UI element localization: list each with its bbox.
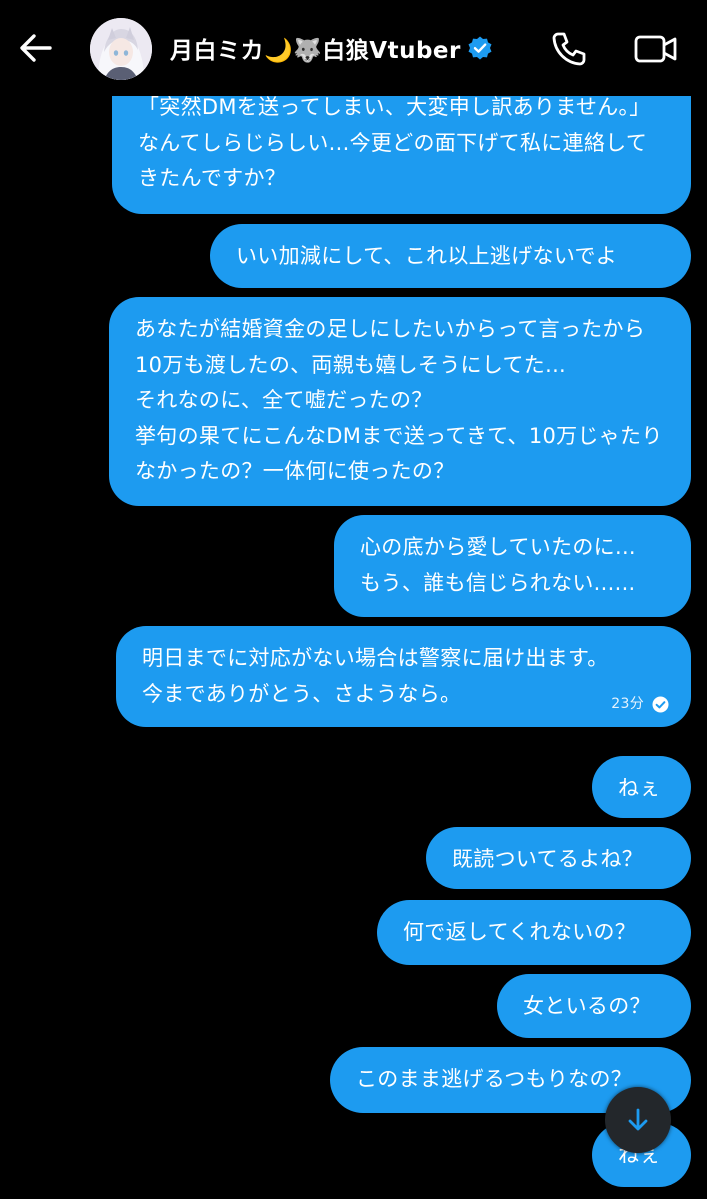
avatar[interactable]: [90, 18, 152, 80]
video-camera-icon: [634, 35, 677, 63]
message-text: ねぇ: [618, 776, 661, 800]
back-button[interactable]: [14, 26, 58, 70]
message-time: 23分: [611, 696, 644, 712]
message-bubble[interactable]: 女といるの？: [497, 974, 691, 1038]
message-text: 既読ついてるよね？: [452, 847, 644, 871]
message-bubble[interactable]: ねぇ: [592, 756, 691, 818]
back-arrow-icon: [20, 34, 52, 62]
read-check-icon: [652, 696, 669, 712]
message-bubble[interactable]: 「突然DMを送ってしまい、大変申し訳ありません。」なんてしらじらしい...今更ど…: [112, 80, 691, 214]
message-text: 女といるの？: [523, 994, 651, 1018]
chat-header: 月白ミカ🌙🐺白狼Vtuber: [0, 0, 707, 96]
message-text: あなたが結婚資金の足しにしたいからって言ったから10万も渡したの、両親も嬉しそう…: [135, 317, 663, 483]
message-text: このまま逃げるつもりなの？: [356, 1067, 633, 1091]
contact-name: 月白ミカ🌙🐺白狼Vtuber: [170, 38, 461, 64]
message-bubble[interactable]: 既読ついてるよね？: [426, 827, 691, 889]
message-bubble[interactable]: あなたが結婚資金の足しにしたいからって言ったから10万も渡したの、両親も嬉しそう…: [109, 297, 691, 506]
verified-badge-icon: [468, 36, 492, 60]
message-bubble[interactable]: いい加減にして、これ以上逃げないでよ: [210, 224, 691, 288]
message-text: 何で返してくれないの？: [403, 920, 637, 944]
avatar-image: [90, 18, 152, 80]
scroll-to-bottom-button[interactable]: [605, 1087, 671, 1153]
message-text: 心の底から愛していたのに... もう、誰も信じられない......: [360, 535, 636, 595]
message-meta: 23分: [611, 695, 669, 713]
call-button[interactable]: [548, 28, 590, 70]
phone-icon: [552, 32, 586, 66]
arrow-down-icon: [628, 1108, 648, 1131]
message-bubble[interactable]: 明日までに対応がない場合は警察に届け出ます。 今までありがとう、さようなら。 2…: [116, 626, 691, 727]
video-call-button[interactable]: [632, 30, 680, 68]
contact-name-row[interactable]: 月白ミカ🌙🐺白狼Vtuber: [170, 30, 493, 66]
message-text: 「突然DMを送ってしまい、大変申し訳ありません。」なんてしらじらしい...今更ど…: [138, 95, 651, 190]
message-bubble[interactable]: 心の底から愛していたのに... もう、誰も信じられない......: [334, 515, 691, 617]
message-text: 明日までに対応がない場合は警察に届け出ます。 今までありがとう、さようなら。: [142, 646, 609, 706]
message-text: いい加減にして、これ以上逃げないでよ: [236, 244, 618, 268]
message-bubble[interactable]: 何で返してくれないの？: [377, 900, 691, 965]
